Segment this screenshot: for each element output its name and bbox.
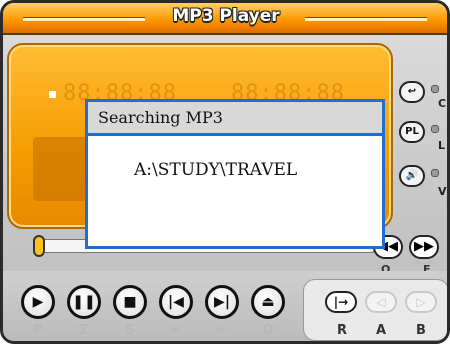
point-b-button[interactable]: ▷ [405,291,437,313]
fast-forward-button[interactable]: ▶▶ [409,235,439,259]
previous-track-icon: |◀ [168,294,184,310]
player-window: MP3 Player 88:88:88 88:88:88 ↩ C PL L 🔊 … [0,0,450,344]
playlist-button[interactable]: PL [399,121,425,143]
eject-shortcut: D [263,323,274,338]
point-a-shortcut: A [376,323,387,338]
play-button[interactable]: ▶ [21,285,55,319]
stop-shortcut: S [125,323,135,338]
previous-track-button[interactable]: |◀ [159,285,193,319]
previous-shortcut: ≈ [169,323,180,338]
display-panel [33,137,93,201]
search-dialog: Searching MP3 A:\STUDY\TRAVEL [85,99,385,249]
playlist-shortcut: L [438,139,446,152]
title-bar-line-right [305,17,427,21]
volume-shortcut: V [438,185,447,198]
dialog-title: Searching MP3 [88,102,382,136]
play-shortcut: P [33,323,43,338]
search-path: A:\STUDY\TRAVEL [134,160,298,180]
seek-knob[interactable] [33,235,45,257]
pause-button[interactable]: ❚❚ [67,285,101,319]
repeat-button[interactable]: ↩ [399,81,425,103]
next-track-button[interactable]: ▶| [205,285,239,319]
playlist-icon: PL [405,126,419,137]
window-title: MP3 Player [172,6,280,26]
repeat-led [431,85,439,93]
next-track-icon: ▶| [214,294,230,310]
pause-shortcut: Z [79,323,89,338]
playlist-led [431,125,439,133]
stop-icon: ■ [123,294,137,310]
repeat-ab-icon: |→ [333,295,349,309]
next-shortcut: ≈ [215,323,226,338]
repeat-ab-button[interactable]: |→ [325,291,357,313]
point-a-icon: ◁ [376,295,386,309]
play-icon: ▶ [32,294,44,310]
title-bar[interactable]: MP3 Player [3,3,447,35]
display-indicator [49,91,56,98]
eject-icon: ⏏ [261,294,275,310]
point-a-button[interactable]: ◁ [365,291,397,313]
title-bar-line-left [23,17,145,21]
volume-led [431,169,439,177]
eject-button[interactable]: ⏏ [251,285,285,319]
point-b-shortcut: B [416,323,426,338]
volume-button[interactable]: 🔊 [399,165,425,187]
stop-button[interactable]: ■ [113,285,147,319]
point-b-icon: ▷ [416,295,426,309]
volume-icon: 🔊 [405,170,419,181]
pause-icon: ❚❚ [72,294,96,310]
repeat-shortcut: C [438,97,447,110]
repeat-icon: ↩ [407,86,417,97]
repeat-ab-shortcut: R [337,323,348,338]
fast-forward-icon: ▶▶ [414,239,434,254]
